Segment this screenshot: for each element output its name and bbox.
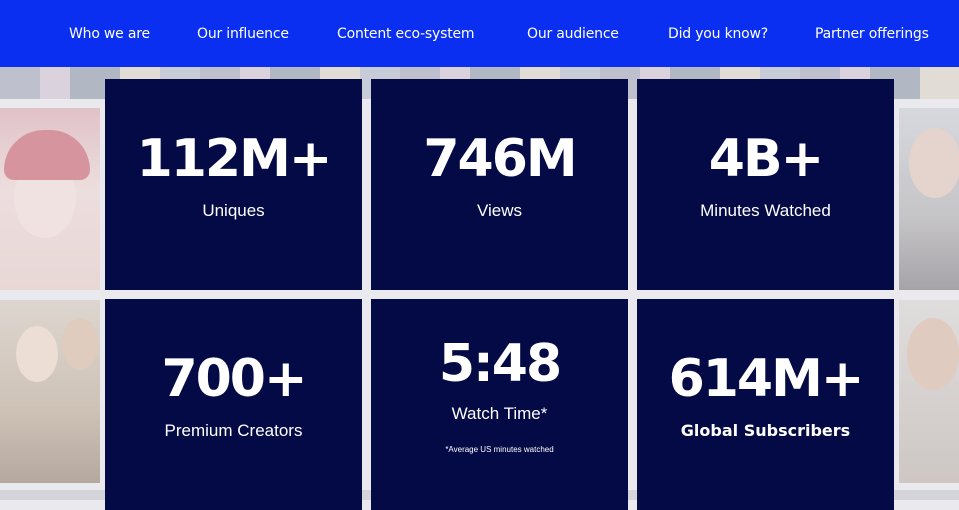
stat-value: 112M+	[136, 129, 333, 189]
stat-label: Minutes Watched	[700, 201, 831, 220]
stat-value: 4B+	[708, 129, 824, 189]
stat-label: Global Subscribers	[680, 421, 851, 440]
stat-label: Watch Time*	[451, 404, 548, 423]
stat-card-premium-creators: 700+ Premium Creators	[105, 299, 362, 510]
nav-did-you-know[interactable]: Did you know?	[668, 24, 768, 44]
stat-card-uniques: 112M+ Uniques	[105, 79, 362, 290]
nav-our-influence[interactable]: Our influence	[197, 24, 289, 44]
top-navigation: Who we are Our influence Content eco-sys…	[0, 0, 959, 67]
stat-value: 746M	[423, 129, 577, 189]
stat-value: 614M+	[668, 349, 865, 409]
nav-content-eco-system[interactable]: Content eco-system	[337, 24, 475, 44]
stat-card-watch-time: 5:48 Watch Time* *Average US minutes wat…	[371, 299, 628, 510]
nav-who-we-are[interactable]: Who we are	[69, 24, 150, 44]
creator-photo-right-top	[899, 108, 959, 290]
stat-footnote: *Average US minutes watched	[445, 445, 554, 454]
creator-photo-left-top	[0, 108, 100, 290]
stat-value: 5:48	[438, 334, 562, 394]
stat-card-views: 746M Views	[371, 79, 628, 290]
stat-card-minutes-watched: 4B+ Minutes Watched	[637, 79, 894, 290]
nav-partner-offerings[interactable]: Partner offerings	[815, 24, 929, 44]
stat-label: Uniques	[202, 201, 265, 220]
stat-value: 700+	[161, 349, 307, 409]
creator-photo-right-bottom	[899, 300, 959, 483]
stat-label: Premium Creators	[164, 421, 303, 440]
stat-label: Views	[476, 201, 523, 220]
stat-card-global-subscribers: 614M+ Global Subscribers	[637, 299, 894, 510]
creator-photo-left-bottom	[0, 300, 100, 483]
nav-our-audience[interactable]: Our audience	[527, 24, 619, 44]
